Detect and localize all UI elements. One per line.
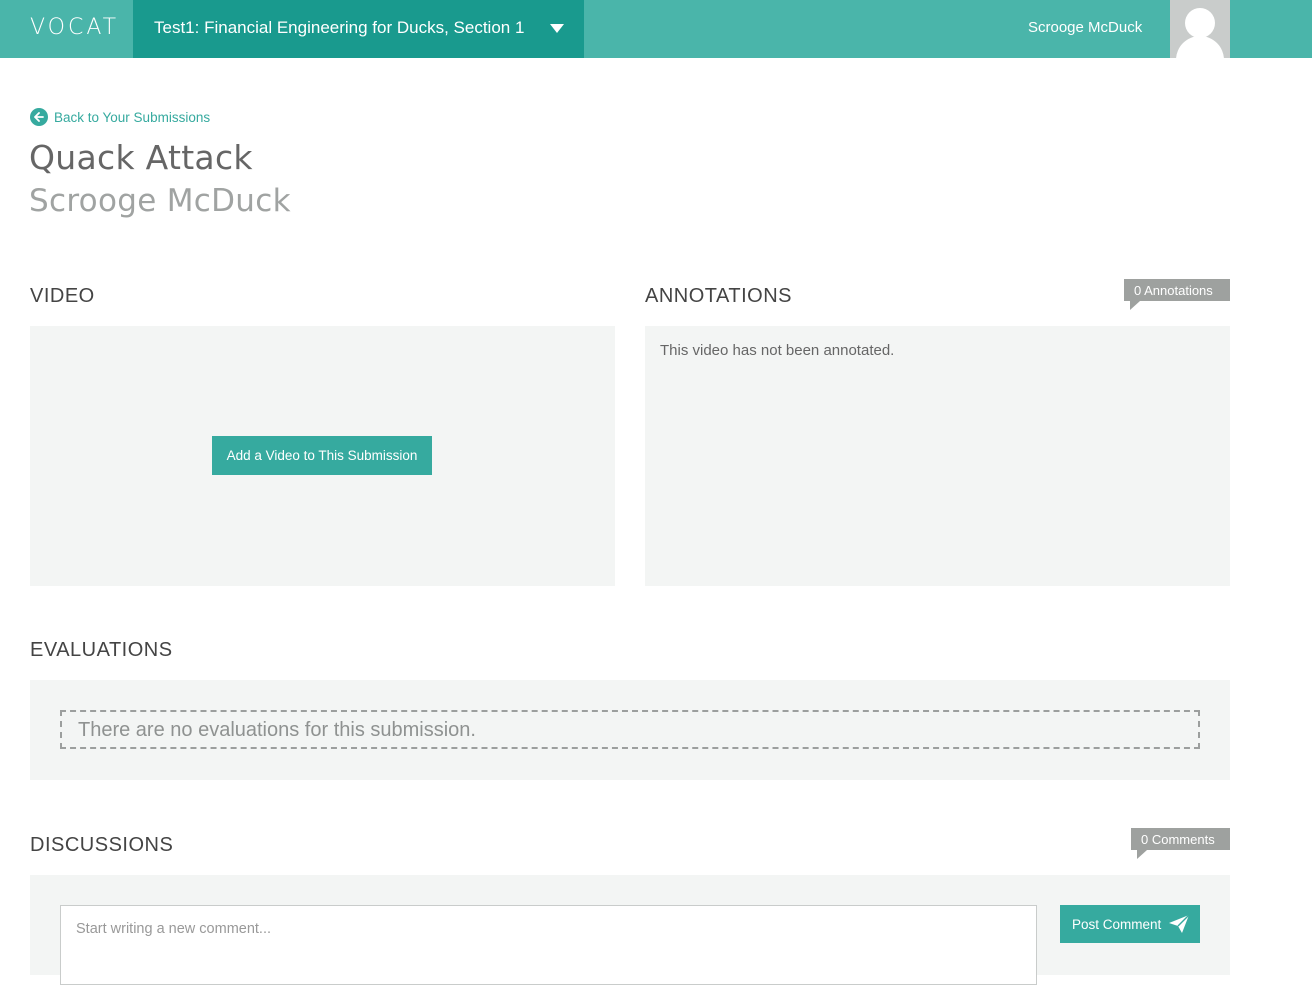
annotations-empty-text: This video has not been annotated.	[660, 342, 895, 359]
video-heading: VIDEO	[30, 285, 95, 307]
back-link-label: Back to Your Submissions	[54, 109, 211, 125]
course-selector[interactable]: Test1: Financial Engineering for Ducks, …	[133, 0, 584, 58]
page-subtitle: Scrooge McDuck	[29, 183, 291, 219]
page-title: Quack Attack	[29, 138, 253, 177]
badge-tail	[1137, 850, 1147, 859]
badge-tail	[1130, 301, 1140, 310]
arrow-left-circle-icon	[30, 108, 48, 126]
annotations-heading: ANNOTATIONS	[645, 285, 792, 307]
annotations-count-badge: 0 Annotations	[1124, 279, 1230, 310]
avatar-body-shape	[1176, 36, 1224, 58]
comment-input[interactable]: Start writing a new comment...	[60, 905, 1037, 985]
comments-count-label: 0 Comments	[1141, 831, 1215, 847]
post-comment-button[interactable]: Post Comment	[1060, 905, 1200, 943]
annotations-panel: This video has not been annotated.	[645, 326, 1230, 586]
vocat-logo[interactable]: VOCAT	[30, 15, 119, 40]
evaluations-heading: EVALUATIONS	[30, 639, 173, 661]
add-video-button[interactable]: Add a Video to This Submission	[212, 436, 432, 475]
post-comment-label: Post Comment	[1072, 916, 1162, 932]
evaluations-panel: There are no evaluations for this submis…	[30, 680, 1230, 780]
evaluations-empty-message: There are no evaluations for this submis…	[60, 710, 1200, 749]
back-to-submissions-link[interactable]: Back to Your Submissions	[30, 108, 210, 126]
avatar-head-shape	[1185, 8, 1215, 38]
user-name[interactable]: Scrooge McDuck	[1028, 19, 1142, 36]
discussions-panel: Start writing a new comment... Post Comm…	[30, 875, 1230, 985]
annotations-count-label: 0 Annotations	[1134, 282, 1213, 298]
chevron-down-icon	[550, 24, 564, 33]
send-icon	[1169, 914, 1190, 933]
avatar[interactable]	[1170, 0, 1230, 58]
comments-count-badge: 0 Comments	[1131, 828, 1230, 859]
video-panel: Add a Video to This Submission	[30, 326, 615, 586]
course-selector-label: Test1: Financial Engineering for Ducks, …	[154, 18, 525, 37]
discussions-heading: DISCUSSIONS	[30, 834, 174, 856]
top-navbar: VOCAT Test1: Financial Engineering for D…	[0, 0, 1312, 58]
